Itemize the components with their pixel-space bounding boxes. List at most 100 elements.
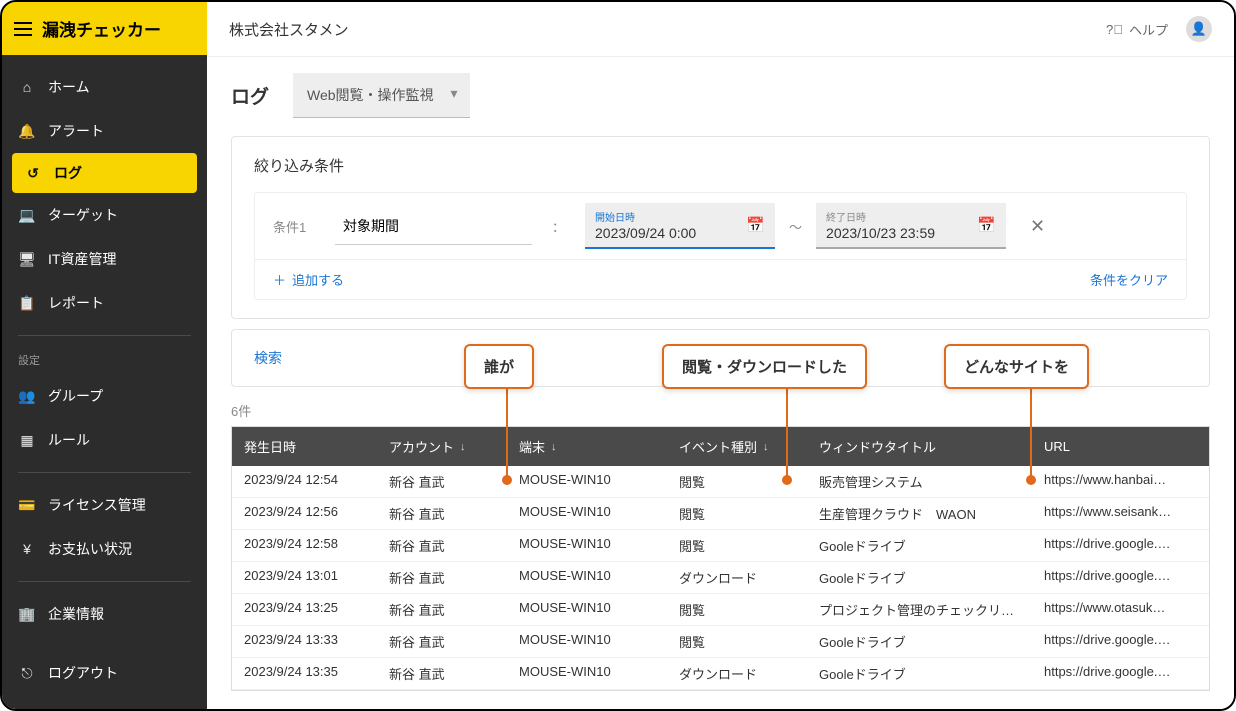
clear-conditions-button[interactable]: 条件をクリア (1090, 270, 1168, 289)
colon: ： (552, 217, 565, 236)
help-label: ヘルプ (1129, 20, 1168, 39)
sidebar-item-corp[interactable]: 🏢企業情報 (2, 592, 207, 636)
page-title: ログ (231, 82, 269, 109)
cell-event: 閲覧 (667, 498, 807, 529)
cell-title: プロジェクト管理のチェックリ… (807, 594, 1032, 625)
cell-terminal: MOUSE-WIN10 (507, 562, 667, 593)
th-account[interactable]: アカウント↓ (377, 427, 507, 466)
table-row[interactable]: 2023/9/24 13:25新谷 直武MOUSE-WIN10閲覧プロジェクト管… (232, 594, 1209, 626)
end-date-value: 2023/10/23 23:59 (826, 225, 969, 241)
cell-terminal: MOUSE-WIN10 (507, 530, 667, 561)
table-row[interactable]: 2023/9/24 13:33新谷 直武MOUSE-WIN10閲覧Gooleドラ… (232, 626, 1209, 658)
calendar-icon: 📅 (746, 216, 765, 234)
sidebar-item-label: ホーム (48, 77, 90, 97)
cell-url: https://www.seisank… (1032, 498, 1209, 529)
table-row[interactable]: 2023/9/24 12:54新谷 直武MOUSE-WIN10閲覧販売管理システ… (232, 466, 1209, 498)
cell-url: https://drive.google.… (1032, 530, 1209, 561)
start-date-value: 2023/09/24 0:00 (595, 225, 738, 241)
cell-event: 閲覧 (667, 626, 807, 657)
sidebar-item-alert[interactable]: 🔔アラート (2, 109, 207, 153)
th-title[interactable]: ウィンドウタイトル (807, 427, 1032, 466)
cell-account: 新谷 直武 (377, 626, 507, 657)
cell-date: 2023/9/24 13:25 (232, 594, 377, 625)
end-date-label: 終了日時 (826, 209, 969, 224)
laptop-icon: 💻 (18, 207, 36, 224)
sidebar-item-payment[interactable]: ¥ お支払い状況 (2, 527, 207, 571)
sidebar-item-label: 企業情報 (48, 604, 104, 624)
start-date-input[interactable]: 開始日時 2023/09/24 0:00 📅 (585, 203, 775, 249)
sidebar-item-home[interactable]: ⌂ ホーム (2, 65, 207, 109)
sidebar-item-log[interactable]: ↺ログ (12, 153, 197, 193)
add-condition-button[interactable]: ＋追加する (273, 270, 344, 289)
search-button[interactable]: 検索 (254, 350, 282, 366)
yen-icon: ¥ (18, 541, 36, 557)
th-url[interactable]: URL (1032, 427, 1209, 466)
help-link[interactable]: ?⃝ ヘルプ (1106, 20, 1168, 39)
device-icon: 🖥 (18, 251, 36, 268)
table-row[interactable]: 2023/9/24 12:58新谷 直武MOUSE-WIN10閲覧Gooleドラ… (232, 530, 1209, 562)
condition-number: 条件1 (273, 217, 321, 236)
avatar[interactable]: 👤 (1186, 16, 1212, 42)
brand-title: 漏洩チェッカー (42, 16, 161, 41)
callout-dot (502, 475, 512, 485)
home-icon: ⌂ (18, 79, 36, 95)
sort-icon: ↓ (460, 441, 466, 453)
log-type-select[interactable]: Web閲覧・操作監視 (293, 73, 470, 118)
callout-dot (782, 475, 792, 485)
cell-account: 新谷 直武 (377, 466, 507, 497)
cell-title: Gooleドライブ (807, 626, 1032, 657)
sidebar-item-label: ターゲット (48, 205, 118, 225)
condition-field-input[interactable] (335, 208, 532, 245)
end-date-input[interactable]: 終了日時 2023/10/23 23:59 📅 (816, 203, 1006, 249)
cell-account: 新谷 直武 (377, 562, 507, 593)
table-row[interactable]: 2023/9/24 12:56新谷 直武MOUSE-WIN10閲覧生産管理クラウ… (232, 498, 1209, 530)
sidebar-item-label: ログアウト (48, 663, 118, 683)
cell-date: 2023/9/24 13:33 (232, 626, 377, 657)
th-date[interactable]: 発生日時 (232, 427, 377, 466)
tilde: 〜 (789, 217, 802, 236)
callout-line (1030, 386, 1032, 478)
sidebar-item-rule[interactable]: ▦ルール (2, 418, 207, 462)
start-date-label: 開始日時 (595, 209, 738, 224)
callout-line (786, 386, 788, 478)
settings-label: 設定 (2, 346, 207, 374)
cell-title: Gooleドライブ (807, 530, 1032, 561)
table-header: 発生日時 アカウント↓ 端末↓ イベント種別↓ ウィンドウタイトル URL (232, 427, 1209, 466)
cell-account: 新谷 直武 (377, 658, 507, 689)
group-icon: 👥 (18, 388, 36, 405)
callout-site: どんなサイトを (944, 344, 1089, 389)
sidebar-item-label: ログ (54, 163, 82, 183)
cell-url: https://drive.google.… (1032, 658, 1209, 689)
table-row[interactable]: 2023/9/24 13:35新谷 直武MOUSE-WIN10ダウンロードGoo… (232, 658, 1209, 690)
callout-who: 誰が (464, 344, 534, 389)
company-name: 株式会社スタメン (229, 19, 349, 40)
select-value: Web閲覧・操作監視 (307, 87, 434, 103)
cell-title: Gooleドライブ (807, 658, 1032, 689)
callout-dot (1026, 475, 1036, 485)
help-icon: ?⃝ (1106, 22, 1123, 37)
sidebar-item-logout[interactable]: ⎋ログアウト (2, 651, 207, 695)
th-terminal[interactable]: 端末↓ (507, 427, 667, 466)
sidebar-item-target[interactable]: 💻 ターゲット (2, 193, 207, 237)
cell-url: https://drive.google.… (1032, 626, 1209, 657)
brand-bar: 漏洩チェッカー (2, 2, 207, 55)
sidebar-item-label: アラート (48, 121, 104, 141)
cell-account: 新谷 直武 (377, 530, 507, 561)
cell-date: 2023/9/24 12:54 (232, 466, 377, 497)
cell-event: ダウンロード (667, 658, 807, 689)
cell-title: Gooleドライブ (807, 562, 1032, 593)
person-icon: 👤 (1191, 21, 1207, 37)
cell-account: 新谷 直武 (377, 594, 507, 625)
sidebar-item-report[interactable]: 📋レポート (2, 281, 207, 325)
sidebar-item-license[interactable]: 💳ライセンス管理 (2, 483, 207, 527)
sidebar-item-group[interactable]: 👥グループ (2, 374, 207, 418)
cell-date: 2023/9/24 13:01 (232, 562, 377, 593)
sidebar-item-label: お支払い状況 (48, 539, 132, 559)
cell-url: https://www.otasuk… (1032, 594, 1209, 625)
sidebar-item-itasset[interactable]: 🖥IT資産管理 (2, 237, 207, 281)
hamburger-icon[interactable] (14, 22, 32, 36)
card-icon: 💳 (18, 497, 36, 514)
clipboard-icon: 📋 (18, 295, 36, 312)
remove-condition-button[interactable]: ✕ (1030, 216, 1045, 237)
table-row[interactable]: 2023/9/24 13:01新谷 直武MOUSE-WIN10ダウンロードGoo… (232, 562, 1209, 594)
